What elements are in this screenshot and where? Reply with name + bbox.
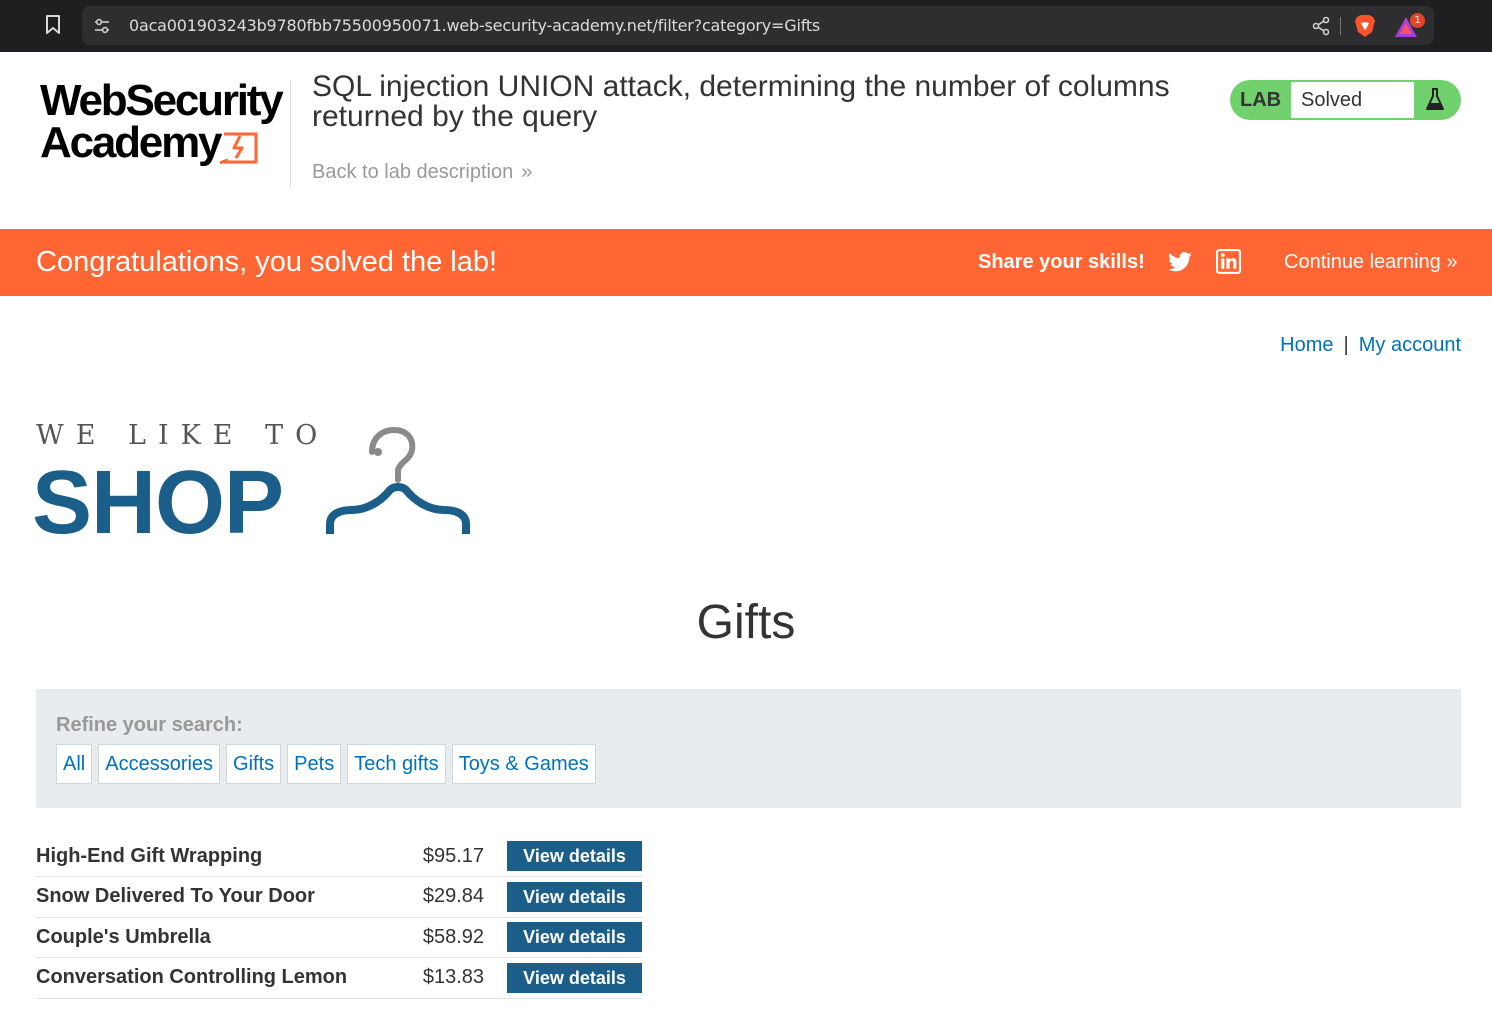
product-name: Snow Delivered To Your Door: [36, 885, 315, 908]
linkedin-icon[interactable]: [1216, 249, 1241, 274]
account-nav: Home | My account: [1280, 334, 1461, 357]
filter-label: Refine your search:: [56, 714, 243, 736]
bookmark-icon[interactable]: [40, 12, 66, 38]
nav-separator: |: [1343, 334, 1349, 356]
view-details-button[interactable]: View details: [507, 962, 642, 993]
view-details-button[interactable]: View details: [507, 841, 642, 871]
table-row: Conversation Controlling Lemon $13.83 Vi…: [36, 958, 642, 998]
shop-wordmark: SHOP: [32, 453, 284, 553]
continue-learning-link[interactable]: Continue learning »: [1284, 251, 1457, 274]
filter-toys-games[interactable]: Toys & Games: [451, 744, 596, 784]
filter-all[interactable]: All: [56, 744, 93, 784]
double-chevron-right-icon: »: [521, 161, 533, 183]
hanger-icon: [326, 426, 470, 534]
home-link[interactable]: Home: [1280, 334, 1333, 356]
table-row: Snow Delivered To Your Door $29.84 View …: [36, 877, 642, 917]
product-price: $13.83: [422, 966, 484, 989]
site-settings-icon[interactable]: [92, 16, 112, 36]
shop-logo: WE LIKE TO SHOP: [32, 420, 476, 548]
product-table: High-End Gift Wrapping $95.17 View detai…: [36, 836, 642, 999]
table-row: Couple's Umbrella $58.92 View details: [36, 917, 642, 958]
web-security-academy-logo[interactable]: WebSecurity Academy: [36, 78, 286, 170]
my-account-link[interactable]: My account: [1359, 334, 1461, 356]
lab-status-widget: LAB Solved: [1230, 80, 1461, 120]
product-price: $95.17: [422, 844, 484, 867]
lab-status-label: LAB: [1240, 89, 1282, 111]
filter-tech-gifts[interactable]: Tech gifts: [347, 744, 446, 784]
view-details-button[interactable]: View details: [507, 922, 642, 953]
twitter-icon[interactable]: [1167, 249, 1193, 275]
header-divider: [290, 80, 291, 186]
congratulations-banner: Congratulations, you solved the lab! Sha…: [0, 229, 1492, 296]
congratulations-message: Congratulations, you solved the lab!: [36, 246, 498, 278]
product-price: $58.92: [422, 925, 484, 948]
product-name: Couple's Umbrella: [36, 925, 211, 948]
filter-accessories[interactable]: Accessories: [98, 744, 221, 784]
product-price: $29.84: [422, 885, 484, 908]
filter-pets[interactable]: Pets: [287, 744, 342, 784]
continue-learning-label: Continue learning: [1284, 251, 1441, 273]
flask-icon: [1422, 87, 1448, 113]
browser-toolbar: 0aca001903243b9780fbb75500950071.web-sec…: [0, 0, 1492, 52]
filter-gifts[interactable]: Gifts: [226, 744, 282, 784]
double-chevron-right-icon: »: [1440, 251, 1458, 273]
back-to-lab-description-link[interactable]: Back to lab description »: [312, 161, 532, 184]
address-bar[interactable]: 0aca001903243b9780fbb75500950071.web-sec…: [82, 6, 1434, 45]
table-row: High-End Gift Wrapping $95.17 View detai…: [36, 836, 642, 877]
notification-badge: 1: [1410, 13, 1425, 28]
filter-panel: Refine your search: All Accessories Gift…: [36, 689, 1461, 808]
share-skills-label: Share your skills!: [978, 251, 1145, 273]
product-name: High-End Gift Wrapping: [36, 844, 263, 867]
share-icon[interactable]: [1310, 15, 1332, 37]
page-title: Gifts: [696, 596, 796, 649]
toolbar-divider: [1340, 17, 1341, 35]
category-filters: All Accessories Gifts Pets Tech gifts To…: [56, 744, 596, 784]
logo-text-academy: Academy: [40, 118, 222, 167]
product-name: Conversation Controlling Lemon: [36, 966, 348, 989]
url-text[interactable]: 0aca001903243b9780fbb75500950071.web-sec…: [129, 16, 820, 35]
shop-tagline: WE LIKE TO: [36, 420, 330, 451]
academy-bolt-icon: [220, 132, 258, 164]
brave-rewards-icon[interactable]: 1: [1394, 13, 1426, 41]
back-link-label: Back to lab description: [312, 161, 514, 183]
lab-status-value: Solved: [1291, 82, 1414, 118]
brave-shield-icon[interactable]: [1353, 13, 1377, 39]
view-details-button[interactable]: View details: [507, 881, 642, 912]
lab-title: SQL injection UNION attack, determining …: [312, 70, 1170, 133]
